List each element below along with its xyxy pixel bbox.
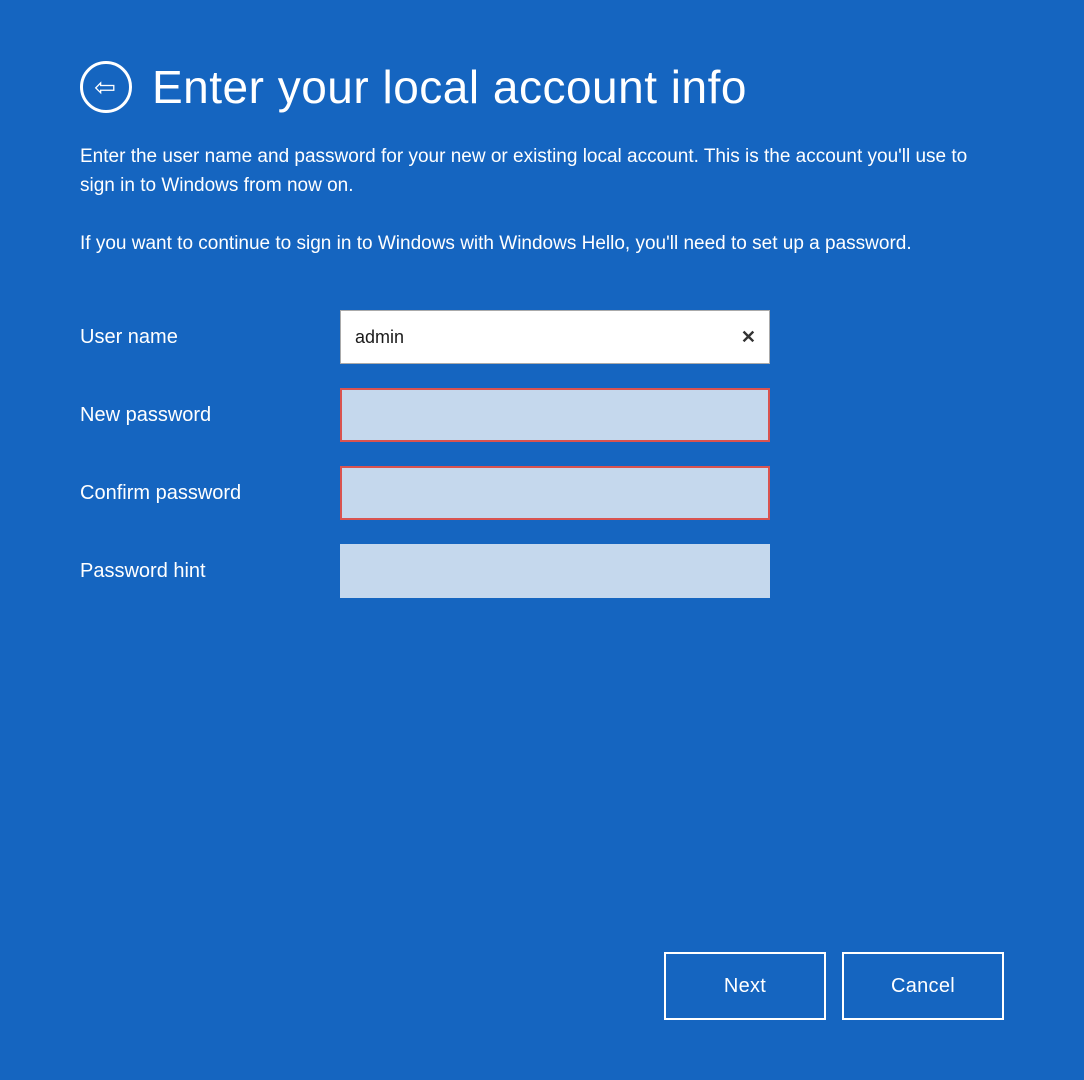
main-container: ⇦ Enter your local account info Enter th… (0, 0, 1084, 1080)
hint-label: Password hint (80, 560, 340, 583)
description-line2: If you want to continue to sign in to Wi… (80, 229, 980, 258)
form: User name ✕ New password Confirm passwor… (80, 310, 1004, 622)
username-label: User name (80, 326, 340, 349)
new-password-row: New password (80, 388, 1004, 442)
back-arrow-icon: ⇦ (94, 74, 116, 100)
username-clear-button[interactable]: ✕ (737, 326, 760, 348)
username-row: User name ✕ (80, 310, 1004, 364)
back-button[interactable]: ⇦ (80, 61, 132, 113)
confirm-password-label: Confirm password (80, 482, 340, 505)
new-password-label: New password (80, 404, 340, 427)
hint-row: Password hint (80, 544, 1004, 598)
confirm-password-input[interactable] (340, 466, 770, 520)
next-button[interactable]: Next (664, 952, 826, 1020)
description-line1: Enter the user name and password for you… (80, 142, 980, 201)
hint-input-wrapper (340, 544, 770, 598)
header: ⇦ Enter your local account info (80, 60, 1004, 114)
page-title: Enter your local account info (152, 60, 747, 114)
new-password-input[interactable] (340, 388, 770, 442)
confirm-password-input-wrapper (340, 466, 770, 520)
confirm-password-row: Confirm password (80, 466, 1004, 520)
username-input[interactable] (340, 310, 770, 364)
cancel-button[interactable]: Cancel (842, 952, 1004, 1020)
new-password-input-wrapper (340, 388, 770, 442)
hint-input[interactable] (340, 544, 770, 598)
footer-buttons: Next Cancel (664, 952, 1004, 1020)
username-input-wrapper: ✕ (340, 310, 770, 364)
